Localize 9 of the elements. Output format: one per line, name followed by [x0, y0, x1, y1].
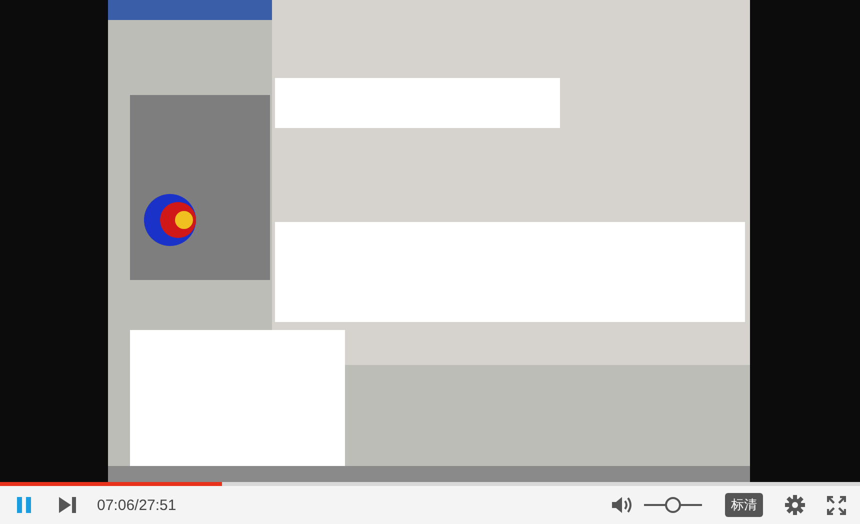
quality-button[interactable]: 标清 [725, 493, 763, 517]
progress-bar[interactable] [0, 482, 860, 486]
volume-thumb[interactable] [665, 497, 681, 513]
speaker-icon[interactable] [611, 496, 633, 514]
pause-button[interactable] [16, 496, 32, 514]
time-display: 07:06/27:51 [97, 496, 176, 514]
settings-icon[interactable] [785, 495, 805, 515]
fullscreen-icon[interactable] [827, 496, 846, 514]
next-button[interactable] [58, 496, 77, 514]
